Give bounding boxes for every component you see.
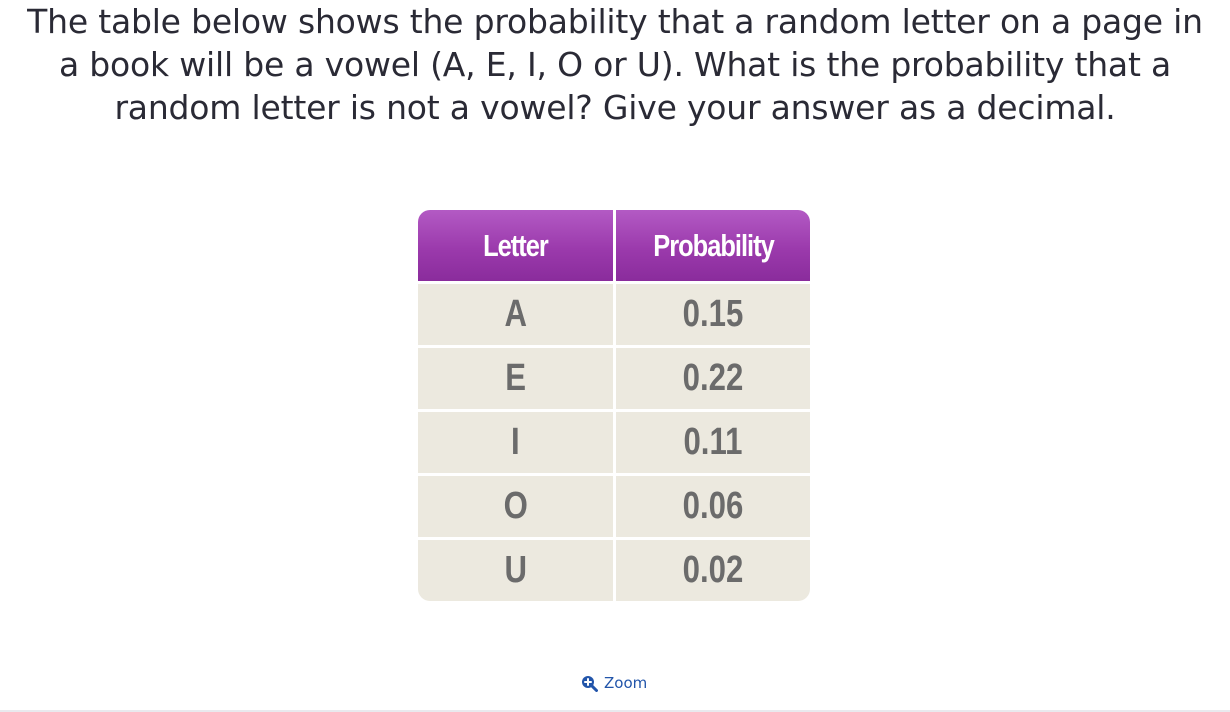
zoom-in-icon	[580, 674, 598, 692]
cell-probability-value: 0.15	[682, 293, 744, 335]
cell-letter: O	[418, 473, 616, 537]
cell-letter-value: U	[504, 549, 527, 591]
cell-letter: E	[418, 345, 616, 409]
question-text: The table below shows the probability th…	[27, 2, 1203, 127]
zoom-button[interactable]: Zoom	[580, 672, 647, 694]
cell-letter-value: I	[511, 421, 520, 463]
cell-probability-value: 0.06	[682, 485, 744, 527]
cell-letter: A	[418, 281, 616, 345]
table-header-row: Letter Probability	[418, 210, 810, 281]
cell-letter-value: O	[503, 485, 528, 527]
cell-probability-value: 0.02	[682, 549, 744, 591]
table-row: U 0.02	[418, 537, 810, 601]
cell-letter: U	[418, 537, 616, 601]
probability-table-container: Letter Probability A 0.15 E 0.22 I 0.11	[418, 210, 810, 601]
probability-table: Letter Probability A 0.15 E 0.22 I 0.11	[418, 210, 810, 601]
cell-letter-value: A	[504, 293, 527, 335]
table-row: O 0.06	[418, 473, 810, 537]
page: The table below shows the probability th…	[0, 0, 1230, 712]
zoom-label: Zoom	[604, 674, 648, 692]
header-probability: Probability	[616, 210, 810, 281]
header-letter: Letter	[418, 210, 616, 281]
cell-probability: 0.22	[616, 345, 810, 409]
table-row: E 0.22	[418, 345, 810, 409]
cell-probability: 0.06	[616, 473, 810, 537]
cell-letter-value: E	[505, 357, 526, 399]
table-row: I 0.11	[418, 409, 810, 473]
cell-letter: I	[418, 409, 616, 473]
cell-probability-value: 0.11	[683, 421, 743, 463]
header-letter-label: Letter	[483, 227, 549, 263]
cell-probability-value: 0.22	[682, 357, 744, 399]
table-row: A 0.15	[418, 281, 810, 345]
cell-probability: 0.11	[616, 409, 810, 473]
cell-probability: 0.15	[616, 281, 810, 345]
cell-probability: 0.02	[616, 537, 810, 601]
header-probability-label: Probability	[652, 227, 775, 263]
